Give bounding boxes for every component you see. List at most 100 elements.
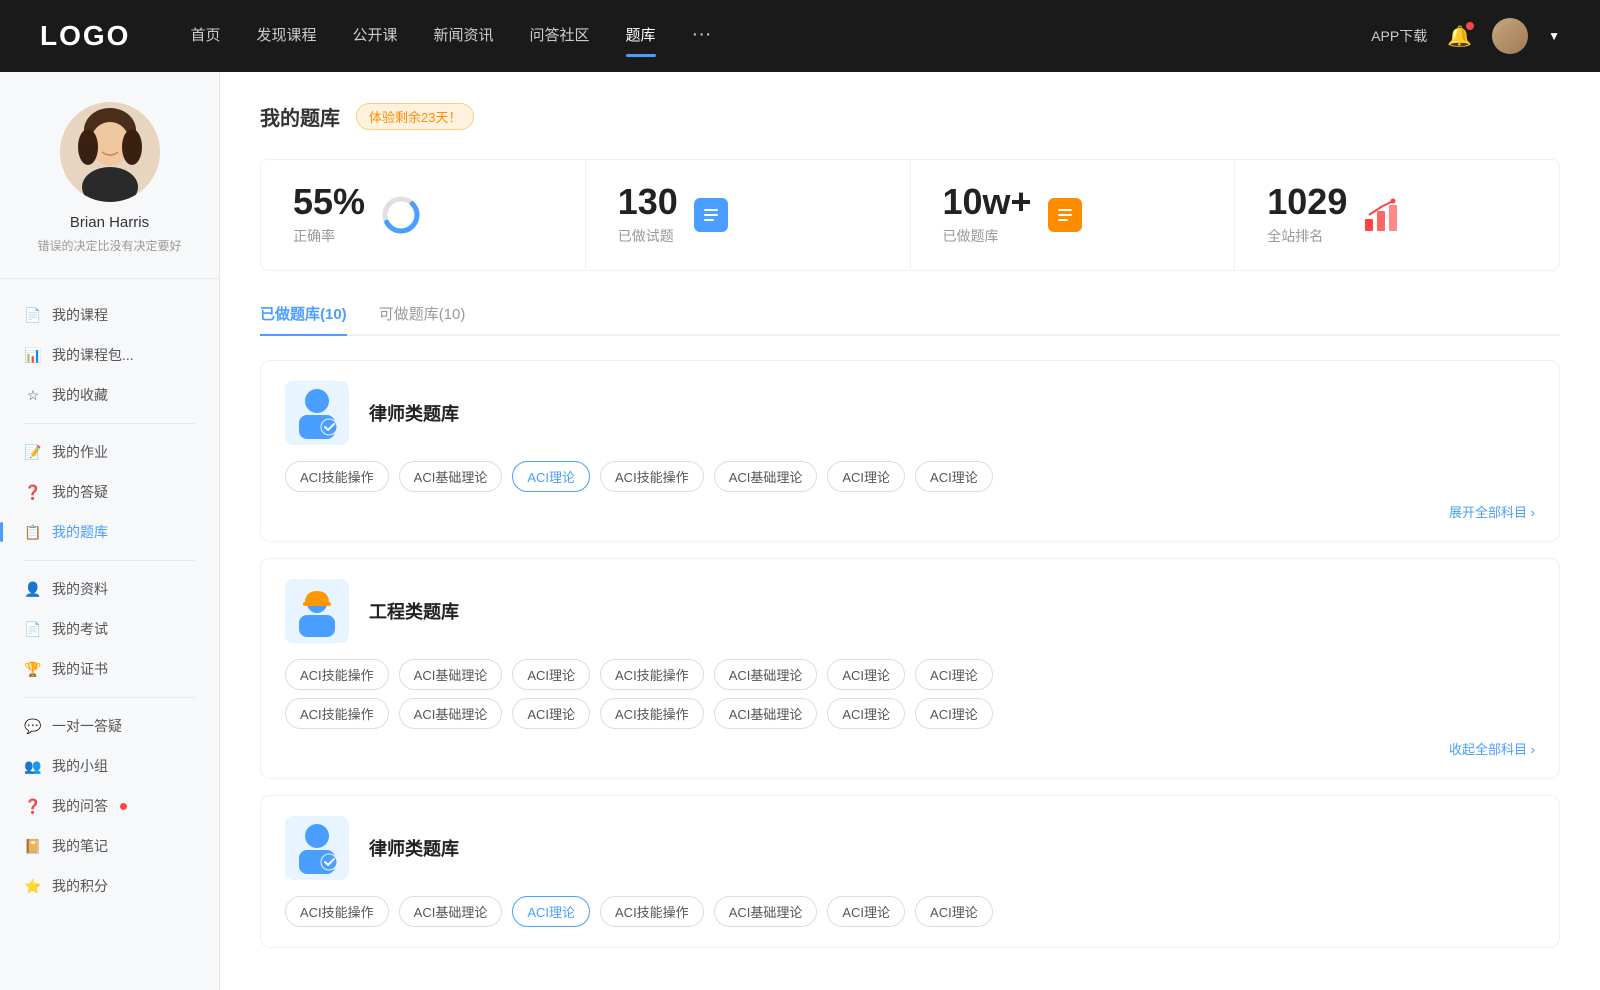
qbank-icon: 📋 — [24, 523, 42, 541]
sidebar-username: Brian Harris — [70, 214, 149, 231]
orange-list-svg — [1055, 205, 1075, 225]
tag-1-6[interactable]: ACI理论 — [915, 461, 993, 492]
nav-qa[interactable]: 问答社区 — [530, 24, 590, 49]
tag-2-0-0[interactable]: ACI技能操作 — [285, 659, 389, 690]
nav-home[interactable]: 首页 — [190, 24, 220, 49]
questions-notification-dot — [120, 803, 127, 810]
stat-done-b-label: 已做题库 — [943, 226, 1032, 246]
tag-2-0-4[interactable]: ACI基础理论 — [714, 659, 818, 690]
tag-3-6[interactable]: ACI理论 — [915, 896, 993, 927]
course-package-icon: 📊 — [24, 346, 42, 364]
stat-rank-label: 全站排名 — [1267, 226, 1347, 246]
tag-1-4[interactable]: ACI基础理论 — [714, 461, 818, 492]
tab-done-banks[interactable]: 已做题库(10) — [260, 303, 347, 334]
nav-links: 首页 发现课程 公开课 新闻资讯 问答社区 题库 ··· — [190, 23, 1371, 50]
lawyer-icon-svg — [293, 387, 341, 439]
nav-more[interactable]: ··· — [692, 23, 712, 50]
tag-2-0-2[interactable]: ACI理论 — [512, 659, 590, 690]
sidebar-label-course-package: 我的课程包... — [52, 345, 134, 365]
certificate-icon: 🏆 — [24, 660, 42, 678]
qbank-card-1: 律师类题库 ACI技能操作 ACI基础理论 ACI理论 ACI技能操作 ACI基… — [260, 360, 1560, 542]
avatar[interactable] — [1492, 18, 1528, 54]
tag-3-1[interactable]: ACI基础理论 — [399, 896, 503, 927]
sidebar-item-group[interactable]: 👥 我的小组 — [8, 746, 211, 786]
sidebar-item-qbank[interactable]: 📋 我的题库 — [8, 512, 211, 552]
expand-link-1[interactable]: 展开全部科目 › — [1449, 502, 1535, 521]
qbank-card-3: 律师类题库 ACI技能操作 ACI基础理论 ACI理论 ACI技能操作 ACI基… — [260, 795, 1560, 948]
sidebar-label-group: 我的小组 — [52, 756, 108, 776]
tag-3-0[interactable]: ACI技能操作 — [285, 896, 389, 927]
tag-2-0-5[interactable]: ACI理论 — [827, 659, 905, 690]
collapse-link-2[interactable]: 收起全部科目 › — [1449, 739, 1535, 758]
qbank-card-3-title: 律师类题库 — [369, 835, 459, 861]
tag-3-4[interactable]: ACI基础理论 — [714, 896, 818, 927]
sidebar-label-course: 我的课程 — [52, 305, 108, 325]
sidebar-item-profile[interactable]: 👤 我的资料 — [8, 569, 211, 609]
qbank-card-2-icon — [285, 579, 349, 643]
sidebar-item-notes[interactable]: 📔 我的笔记 — [8, 826, 211, 866]
avatar-dropdown-arrow[interactable]: ▼ — [1548, 29, 1560, 43]
qbank-card-1-footer: 展开全部科目 › — [285, 502, 1535, 521]
app-download-button[interactable]: APP下载 — [1371, 26, 1427, 46]
tag-2-0-6[interactable]: ACI理论 — [915, 659, 993, 690]
sidebar-item-questions[interactable]: ❓ 我的问答 — [8, 786, 211, 826]
tag-2-1-2[interactable]: ACI理论 — [512, 698, 590, 729]
sidebar-item-one-on-one[interactable]: 💬 一对一答疑 — [8, 706, 211, 746]
homework-icon: 📝 — [24, 443, 42, 461]
trial-badge: 体验剩余23天！ — [356, 103, 474, 130]
tag-2-1-3[interactable]: ACI技能操作 — [600, 698, 704, 729]
tag-2-1-6[interactable]: ACI理论 — [915, 698, 993, 729]
sidebar-label-one-on-one: 一对一答疑 — [52, 716, 122, 736]
stat-correct-label: 正确率 — [293, 226, 365, 246]
tag-1-2[interactable]: ACI理论 — [512, 461, 590, 492]
tag-2-1-0[interactable]: ACI技能操作 — [285, 698, 389, 729]
stat-rank: 1029 全站排名 — [1235, 160, 1559, 270]
nav-discover[interactable]: 发现课程 — [256, 24, 316, 49]
stat-done-banks: 10w+ 已做题库 — [911, 160, 1236, 270]
tag-1-0[interactable]: ACI技能操作 — [285, 461, 389, 492]
tag-2-1-5[interactable]: ACI理论 — [827, 698, 905, 729]
tag-1-1[interactable]: ACI基础理论 — [399, 461, 503, 492]
tag-1-5[interactable]: ACI理论 — [827, 461, 905, 492]
sidebar-item-favorites[interactable]: ☆ 我的收藏 — [8, 375, 211, 415]
tag-2-1-4[interactable]: ACI基础理论 — [714, 698, 818, 729]
stat-done-b-value: 10w+ — [943, 184, 1032, 220]
nav-qbank[interactable]: 题库 — [626, 24, 656, 49]
points-icon: ⭐ — [24, 877, 42, 895]
sidebar-item-points[interactable]: ⭐ 我的积分 — [8, 866, 211, 906]
tag-2-1-1[interactable]: ACI基础理论 — [399, 698, 503, 729]
sidebar-item-exam[interactable]: 📄 我的考试 — [8, 609, 211, 649]
page-header: 我的题库 体验剩余23天！ — [260, 102, 1560, 131]
sidebar-avatar — [60, 102, 160, 202]
tag-2-0-1[interactable]: ACI基础理论 — [399, 659, 503, 690]
tab-available-banks[interactable]: 可做题库(10) — [379, 303, 466, 334]
sidebar-item-homework[interactable]: 📝 我的作业 — [8, 432, 211, 472]
nav-news[interactable]: 新闻资讯 — [434, 24, 494, 49]
list-svg — [701, 205, 721, 225]
tag-1-3[interactable]: ACI技能操作 — [600, 461, 704, 492]
tag-3-5[interactable]: ACI理论 — [827, 896, 905, 927]
sidebar-label-favorites: 我的收藏 — [52, 385, 108, 405]
notes-icon: 📔 — [24, 837, 42, 855]
sidebar-item-qa[interactable]: ❓ 我的答疑 — [8, 472, 211, 512]
notification-bell[interactable]: 🔔 — [1447, 24, 1472, 49]
qbank-card-1-tags: ACI技能操作 ACI基础理论 ACI理论 ACI技能操作 ACI基础理论 AC… — [285, 461, 1535, 492]
logo[interactable]: LOGO — [40, 20, 130, 52]
qbank-card-3-header: 律师类题库 — [285, 816, 1535, 880]
stat-done-b-content: 10w+ 已做题库 — [943, 184, 1032, 246]
tag-2-0-3[interactable]: ACI技能操作 — [600, 659, 704, 690]
sidebar-label-certificate: 我的证书 — [52, 659, 108, 679]
sidebar-divider-1 — [24, 423, 195, 424]
nav-open-course[interactable]: 公开课 — [352, 24, 397, 49]
sidebar-item-course[interactable]: 📄 我的课程 — [8, 295, 211, 335]
tag-3-2[interactable]: ACI理论 — [512, 896, 590, 927]
tag-3-3[interactable]: ACI技能操作 — [600, 896, 704, 927]
favorites-icon: ☆ — [24, 386, 42, 404]
top-navigation: LOGO 首页 发现课程 公开课 新闻资讯 问答社区 题库 ··· APP下载 … — [0, 0, 1600, 72]
qbank-card-1-icon — [285, 381, 349, 445]
sidebar-item-course-package[interactable]: 📊 我的课程包... — [8, 335, 211, 375]
sidebar-menu: 📄 我的课程 📊 我的课程包... ☆ 我的收藏 📝 我的作业 ❓ 我的答疑 � — [0, 295, 219, 906]
bar-chart-icon — [1363, 197, 1399, 233]
group-icon: 👥 — [24, 757, 42, 775]
sidebar-item-certificate[interactable]: 🏆 我的证书 — [8, 649, 211, 689]
